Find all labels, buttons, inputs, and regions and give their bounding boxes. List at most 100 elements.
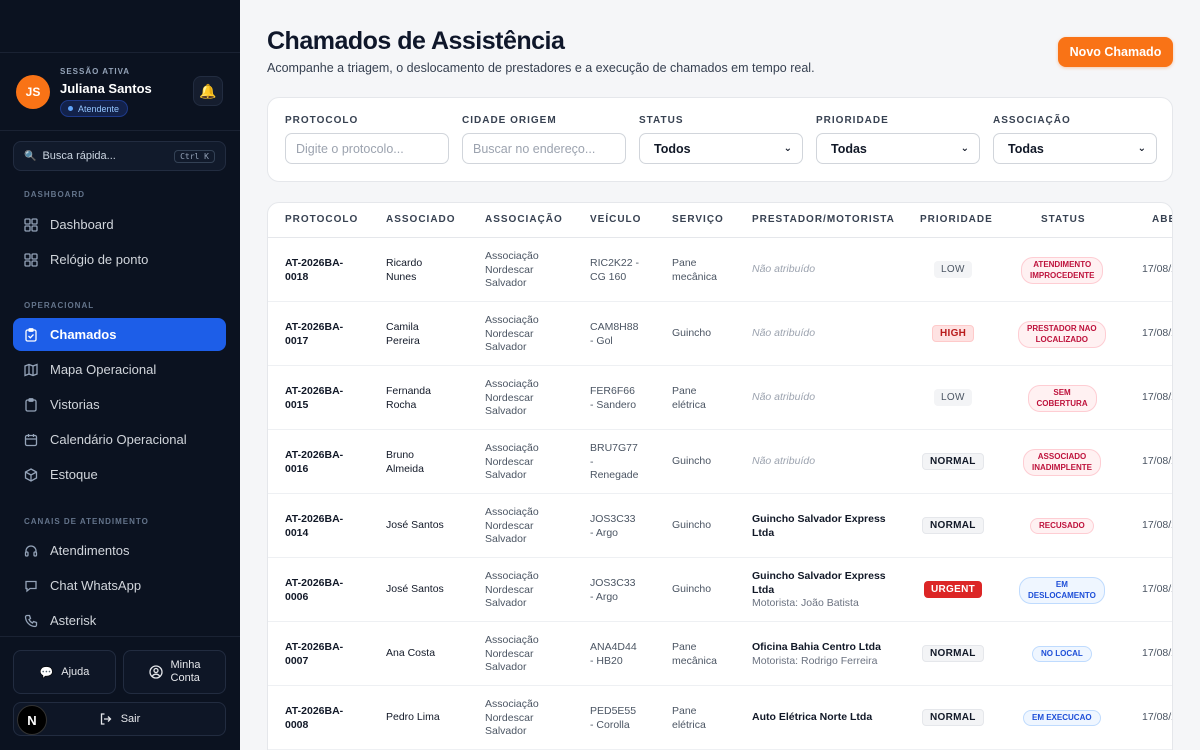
table-row[interactable]: AT-2026BA- 0016 Bruno Almeida Associação Nord… [268,430,1172,494]
provider-cell: Guincho Salvador Express Ltda [752,513,902,540]
status-badge: ATENDIMENTO IMPROCEDENTE [1021,257,1104,284]
account-label-line2: Conta [170,672,200,684]
vehicle-cell: PED5E55- Corolla [590,705,650,732]
association-cell-line: Nordescar [485,711,534,724]
table-row[interactable]: AT-2026BA- 0018 Ricardo Nunes Associação Nord… [268,238,1172,302]
status-badge-line: ASSOCIADO [1037,452,1087,461]
protocol-cell-line: AT-2026BA- [285,577,344,589]
column-header[interactable]: SERVIÇO [672,214,724,225]
status-badge-line: IMPROCEDENTE [1030,270,1095,280]
filter-label: ASSOCIAÇÃO [993,115,1071,126]
notifications-button[interactable]: 🔔 [193,76,223,106]
vehicle-cell: ANA4D44- HB20 [590,641,650,668]
sidebar-item-dashboard[interactable]: Dashboard [13,208,226,241]
service-cell-line: mecânica [672,654,717,667]
association-cell-line: Salvador [485,469,527,481]
associate-cell: Fernanda Rocha [386,385,456,412]
sidebar-item-asterisk[interactable]: Asterisk [13,604,226,637]
provider-cell: Não atribuído [752,455,902,469]
column-header[interactable]: VEÍCULO [590,214,641,225]
driver-name: Motorista: Rodrigo Ferreira [752,654,878,667]
service-cell-line: elétrica [672,718,706,731]
column-header[interactable]: PROTOCOLO [285,214,358,225]
priority-badge: LOW [934,389,972,406]
sidebar-item-estoque[interactable]: Estoque [13,458,226,491]
user-name: Juliana Santos [60,81,152,96]
status-select[interactable]: Todos ⌄ [639,133,803,164]
association-cell-line: Associação [485,506,539,518]
association-cell-line: Associação [485,442,539,454]
service-cell-line: Pane [672,257,697,269]
column-header[interactable]: ASSOCIADO [386,214,456,225]
priority-badge: NORMAL [922,453,984,470]
filter-label: PRIORIDADE [816,115,889,126]
sidebar-item-label: Chamados [50,327,117,342]
sidebar-item-mapa-operacional[interactable]: Mapa Operacional [13,353,226,386]
provider-cell: Não atribuído [752,327,902,341]
table-row[interactable]: AT-2026BA- 0006 José Santos Associação Norde… [268,558,1172,622]
table-row[interactable]: AT-2026BA- 0017 Camila Pereira Associação Nor… [268,302,1172,366]
status-badge: EM DESLOCAMENTO [1019,577,1105,604]
column-header[interactable]: ABE [1152,214,1172,225]
sidebar-item-calendario-operacional[interactable]: Calendário Operacional [13,423,226,456]
opened-date-cell: 17/08/2 [1142,711,1172,723]
column-header[interactable]: PRIORIDADE [920,214,993,225]
new-ticket-button[interactable]: Novo Chamado [1058,37,1173,67]
sidebar-item-vistorias[interactable]: Vistorias [13,388,226,421]
status-badge-line: SEM [1053,388,1071,397]
vehicle-cell-line: Renegade [590,469,639,481]
vehicle-cell: JOS3C33- Argo [590,577,650,604]
protocol-cell: AT-2026BA- 0007 [285,641,365,668]
table-row[interactable]: AT-2026BA- 0007 Ana Costa Associação Nordesc… [268,622,1172,686]
associate-cell: Pedro Lima [386,711,456,725]
role-badge: Atendente [60,100,129,117]
account-button[interactable]: Minha Conta [123,650,226,694]
status-badge-line: LOCALIZADO [1035,334,1089,344]
grid-icon [23,217,39,233]
sidebar-item-atendimentos[interactable]: Atendimentos [13,534,226,567]
table-row[interactable]: AT-2026BA- 0014 José Santos Associação Norde… [268,494,1172,558]
city-input[interactable]: Buscar no endereço... [462,133,626,164]
quick-search[interactable]: 🔍 Busca rápida... Ctrl K [13,141,226,171]
opened-date-cell: 17/08/2 [1142,391,1172,403]
select-value: Todas [1008,141,1044,156]
association-select[interactable]: Todas ⌄ [993,133,1157,164]
vehicle-cell-line: BRU7G77 [590,442,638,454]
provider-name: Oficina Bahia Centro Ltda [752,641,881,653]
priority-badge: NORMAL [922,645,984,662]
column-header[interactable]: PRESTADOR/MOTORISTA [752,214,895,225]
status-badge-line: NO LOCAL [1041,648,1083,658]
chevron-down-icon: ⌄ [1137,143,1146,154]
priority-badge: HIGH [932,325,975,342]
section-label-canais: CANAIS DE ATENDIMENTO [24,517,149,526]
user-panel: JS SESSÃO ATIVA Juliana Santos Atendente… [16,66,224,118]
status-badge-line: EM EXECUCAO [1032,712,1092,722]
unassigned-label: Não atribuído [752,391,816,403]
table-row[interactable]: AT-2026BA- 0015 Fernanda Rocha Associação Nor… [268,366,1172,430]
avatar[interactable]: JS [16,75,50,109]
priority-select[interactable]: Todas ⌄ [816,133,980,164]
protocol-cell-line: AT-2026BA- [285,257,344,269]
help-button[interactable]: 💬 Ajuda [13,650,116,694]
associate-cell: José Santos [386,583,456,597]
sidebar-item-relogio-de-ponto[interactable]: Relógio de ponto [13,243,226,276]
provider-name: Guincho Salvador Express Ltda [752,513,886,539]
sidebar-item-chat-whatsapp[interactable]: Chat WhatsApp [13,569,226,602]
vehicle-cell-line: - HB20 [590,654,623,667]
vehicle-cell-line: - Corolla [590,718,630,731]
associate-cell-line: Bruno [386,449,415,461]
table-row[interactable]: AT-2026BA- 0008 Pedro Lima Associação Nordes… [268,686,1172,750]
column-header[interactable]: ASSOCIAÇÃO [485,214,563,225]
protocol-input[interactable]: Digite o protocolo... [285,133,449,164]
sidebar-item-label: Mapa Operacional [50,362,157,377]
protocol-cell-line: 0006 [285,590,309,603]
association-cell: Associação Nordescar Salvador [485,378,560,419]
select-value: Todos [654,141,691,156]
association-cell-line: Salvador [485,277,527,289]
provider-cell: Não atribuído [752,263,902,277]
chat-icon [23,578,39,594]
associate-cell: José Santos [386,519,456,533]
sidebar-item-chamados[interactable]: Chamados [13,318,226,351]
vehicle-cell-line: ANA4D44 [590,641,637,653]
column-header[interactable]: STATUS [1041,214,1086,225]
